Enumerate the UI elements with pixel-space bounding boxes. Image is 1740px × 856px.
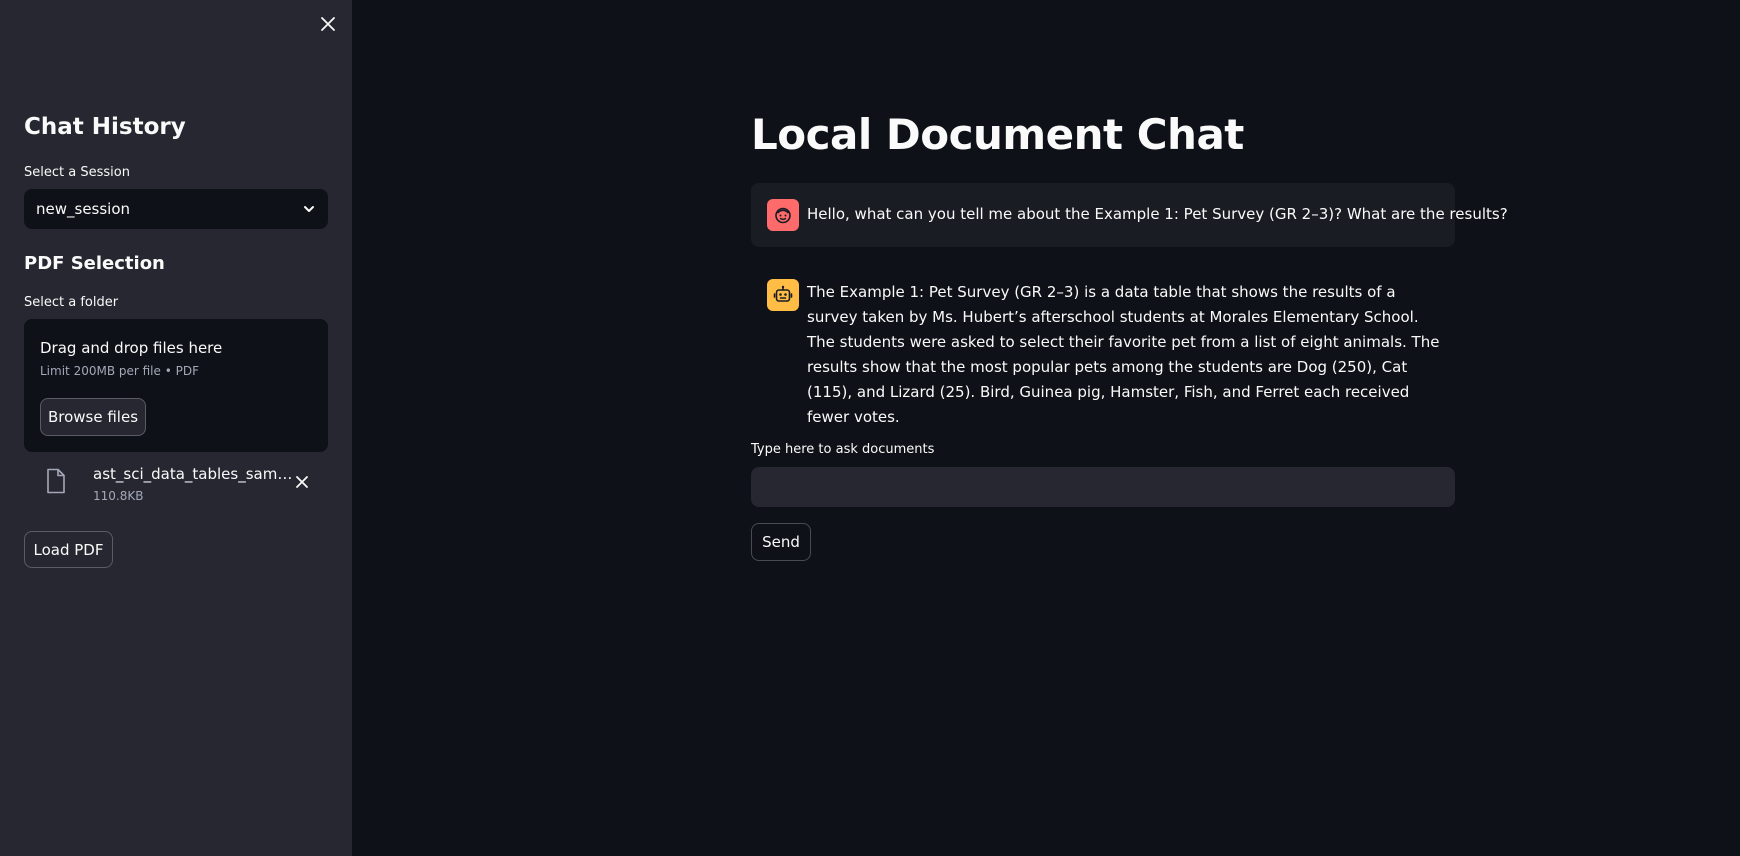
close-icon	[296, 476, 308, 488]
sidebar: Chat History Select a Session new_sessio…	[0, 0, 352, 856]
app-window: Chat History Select a Session new_sessio…	[0, 0, 1740, 856]
dropzone-limit-text: Limit 200MB per file • PDF	[40, 364, 199, 378]
sidebar-title: Chat History	[24, 114, 186, 140]
session-select-value: new_session	[36, 200, 131, 218]
close-sidebar-button[interactable]	[316, 12, 340, 36]
session-select-label: Select a Session	[24, 165, 130, 180]
uploaded-file-item: ast_sci_data_tables_sampl... 110.8KB	[24, 460, 328, 512]
pdf-selection-title: PDF Selection	[24, 253, 165, 274]
assistant-avatar	[767, 279, 799, 311]
chevron-down-icon	[304, 206, 314, 212]
browse-files-button[interactable]: Browse files	[40, 398, 146, 436]
remove-file-button[interactable]	[292, 472, 312, 492]
session-select[interactable]: new_session	[24, 189, 328, 229]
dropzone-title: Drag and drop files here	[40, 339, 223, 357]
send-button[interactable]: Send	[751, 523, 811, 561]
page-title: Local Document Chat	[751, 110, 1244, 159]
robot-icon	[773, 285, 793, 302]
uploaded-file-size: 110.8KB	[93, 489, 144, 503]
user-message: Hello, what can you tell me about the Ex…	[751, 183, 1508, 247]
ask-documents-input[interactable]	[751, 467, 1455, 507]
folder-select-label: Select a folder	[24, 295, 119, 310]
assistant-message: The Example 1: Pet Survey (GR 2–3) is a …	[751, 265, 1455, 426]
uploaded-file-name: ast_sci_data_tables_sampl...	[93, 465, 293, 483]
user-avatar	[767, 199, 799, 231]
main-content: Local Document Chat Hello, what can you …	[352, 0, 1740, 856]
close-icon	[321, 17, 335, 31]
file-icon	[47, 468, 65, 494]
file-dropzone[interactable]: Drag and drop files here Limit 200MB per…	[24, 319, 328, 452]
assistant-message-text: The Example 1: Pet Survey (GR 2–3) is a …	[807, 283, 1440, 426]
user-message-text: Hello, what can you tell me about the Ex…	[807, 205, 1508, 223]
ask-input-label: Type here to ask documents	[751, 442, 935, 457]
face-icon	[775, 207, 791, 224]
load-pdf-button[interactable]: Load PDF	[24, 531, 113, 568]
